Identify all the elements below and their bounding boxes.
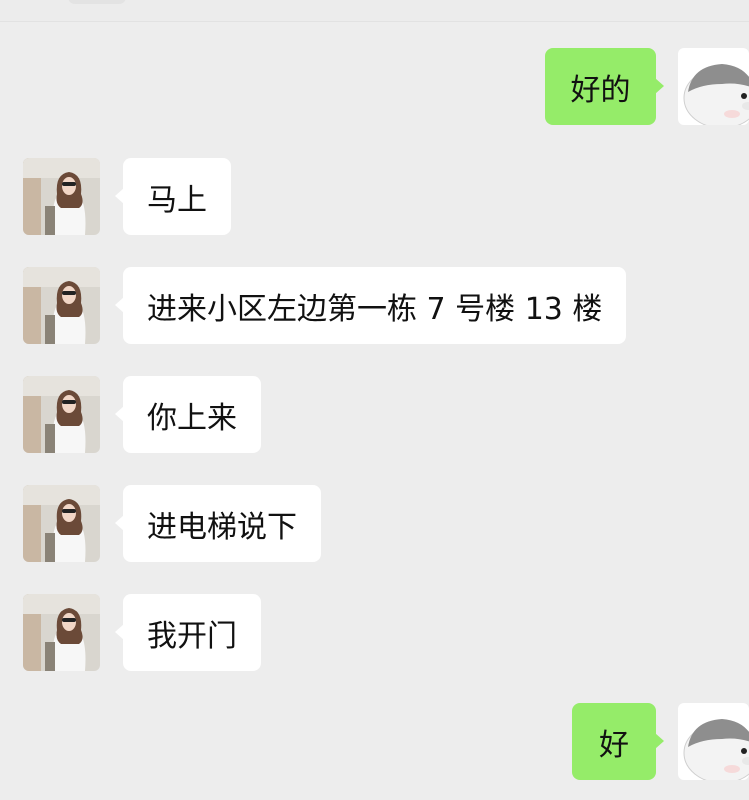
message-text: 我开门 [147,618,237,654]
message-bubble[interactable]: 马上 [115,158,231,235]
message-bubble[interactable]: 进来小区左边第一栋 7 号楼 13 楼 [114,267,627,344]
message-bubble[interactable]: 我开门 [115,594,261,671]
message-row-outgoing: 好的 [0,48,749,126]
message-bubble[interactable]: 好的 [545,48,664,125]
message-row-outgoing: 好 [0,703,749,781]
message-text: 进来小区左边第一栋 7 号楼 13 楼 [147,291,603,327]
message-text: 好 [599,727,629,763]
contact-avatar[interactable] [23,594,100,671]
message-text: 马上 [147,182,207,218]
message-row-incoming: 你上来 [0,376,749,454]
message-bubble[interactable]: 进电梯说下 [115,485,321,562]
top-bar-edge [0,0,749,22]
message-row-incoming: 马上 [0,158,749,236]
hamster-icon[interactable] [678,48,749,125]
message-row-incoming: 进电梯说下 [0,485,749,563]
message-text: 好的 [570,72,631,108]
message-row-incoming: 我开门 [0,594,749,672]
message-text: 进电梯说下 [147,509,297,545]
contact-avatar[interactable] [23,485,100,562]
message-row-incoming: 进来小区左边第一栋 7 号楼 13 楼 [0,267,749,345]
message-bubble[interactable]: 好 [572,703,664,780]
contact-avatar[interactable] [23,376,100,453]
message-bubble[interactable]: 你上来 [115,376,261,453]
contact-avatar[interactable] [23,267,100,344]
contact-avatar[interactable] [23,158,100,235]
chat-screen: 好的 马上 进来小区左边第一栋 7 号楼 13 楼 你上来 进电梯说下 我开门 … [0,0,749,800]
hamster-icon[interactable] [678,703,749,780]
message-text: 你上来 [147,400,237,436]
